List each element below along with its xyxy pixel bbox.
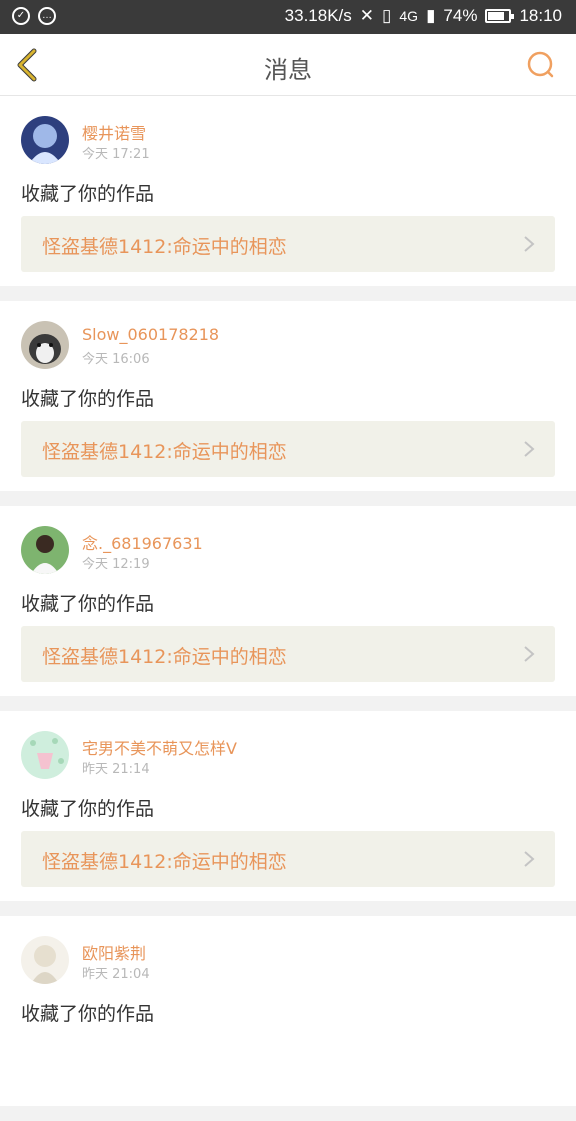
message-action: 收藏了你的作品 [21,798,155,820]
message-action: 收藏了你的作品 [21,1003,155,1025]
page-title: 消息 [264,56,312,84]
network-speed: 33.18K/s [284,6,352,25]
signal-icon: ▮ [426,6,436,25]
work-title: 怪盗基德1412:命运中的相恋 [42,646,287,668]
network-type: 4G [399,8,419,24]
work-title: 怪盗基德1412:命运中的相恋 [42,441,287,463]
message-time: 今天 16:06 [82,352,150,367]
message-card: 欧阳紫荆 昨天 21:04 收藏了你的作品 [0,916,576,1106]
chevron-right-icon [524,646,535,662]
message-action: 收藏了你的作品 [21,388,155,410]
user-name[interactable]: 欧阳紫荆 [82,940,146,964]
work-link[interactable]: 怪盗基德1412:命运中的相恋 [21,626,555,682]
shield-icon: ✓ [12,7,30,25]
top-nav-bar: 消息 [0,34,576,96]
work-link[interactable]: 怪盗基德1412:命运中的相恋 [21,831,555,887]
more-icon: … [38,7,56,25]
message-card: Slow_060178218 今天 16:06 收藏了你的作品 怪盗基德1412… [0,301,576,491]
message-action: 收藏了你的作品 [21,593,155,615]
user-name[interactable]: 宅男不美不萌又怎样V [82,735,237,759]
avatar-image [21,526,69,574]
avatar-image [21,731,69,779]
message-time: 昨天 21:04 [82,967,150,982]
work-title: 怪盗基德1412:命运中的相恋 [42,851,287,873]
avatar-image [21,321,69,369]
user-name[interactable]: 樱井诺雪 [82,120,146,144]
clock: 18:10 [519,6,562,25]
chevron-right-icon [524,851,535,867]
avatar[interactable] [21,731,69,779]
avatar[interactable] [21,116,69,164]
message-card: 樱井诺雪 今天 17:21 收藏了你的作品 怪盗基德1412:命运中的相恋 [0,96,576,286]
message-action: 收藏了你的作品 [21,183,155,205]
search-icon[interactable] [526,50,556,80]
vibrate-off-icon: ▯ [382,6,392,25]
chevron-right-icon [524,441,535,457]
user-name[interactable]: 念._681967631 [82,530,203,554]
user-name[interactable]: Slow_060178218 [82,325,219,344]
chevron-right-icon [524,236,535,252]
battery-icon [485,9,515,23]
mute-icon: ✕ [359,6,375,25]
avatar[interactable] [21,526,69,574]
avatar-image [21,936,69,984]
work-link[interactable]: 怪盗基德1412:命运中的相恋 [21,216,555,272]
message-time: 今天 12:19 [82,557,150,572]
avatar[interactable] [21,936,69,984]
message-time: 昨天 21:14 [82,762,150,777]
message-time: 今天 17:21 [82,147,150,162]
work-link[interactable]: 怪盗基德1412:命运中的相恋 [21,421,555,477]
avatar-image [21,116,69,164]
message-card: 宅男不美不萌又怎样V 昨天 21:14 收藏了你的作品 怪盗基德1412:命运中… [0,711,576,901]
avatar[interactable] [21,321,69,369]
message-card: 念._681967631 今天 12:19 收藏了你的作品 怪盗基德1412:命… [0,506,576,696]
status-bar: ✓ … 33.18K/s ✕ ▯ 4G ▮ 74% 18:10 [0,0,576,34]
work-title: 怪盗基德1412:命运中的相恋 [42,236,287,258]
battery-percent: 74% [443,6,478,25]
message-list: 樱井诺雪 今天 17:21 收藏了你的作品 怪盗基德1412:命运中的相恋 Sl… [0,96,576,1121]
